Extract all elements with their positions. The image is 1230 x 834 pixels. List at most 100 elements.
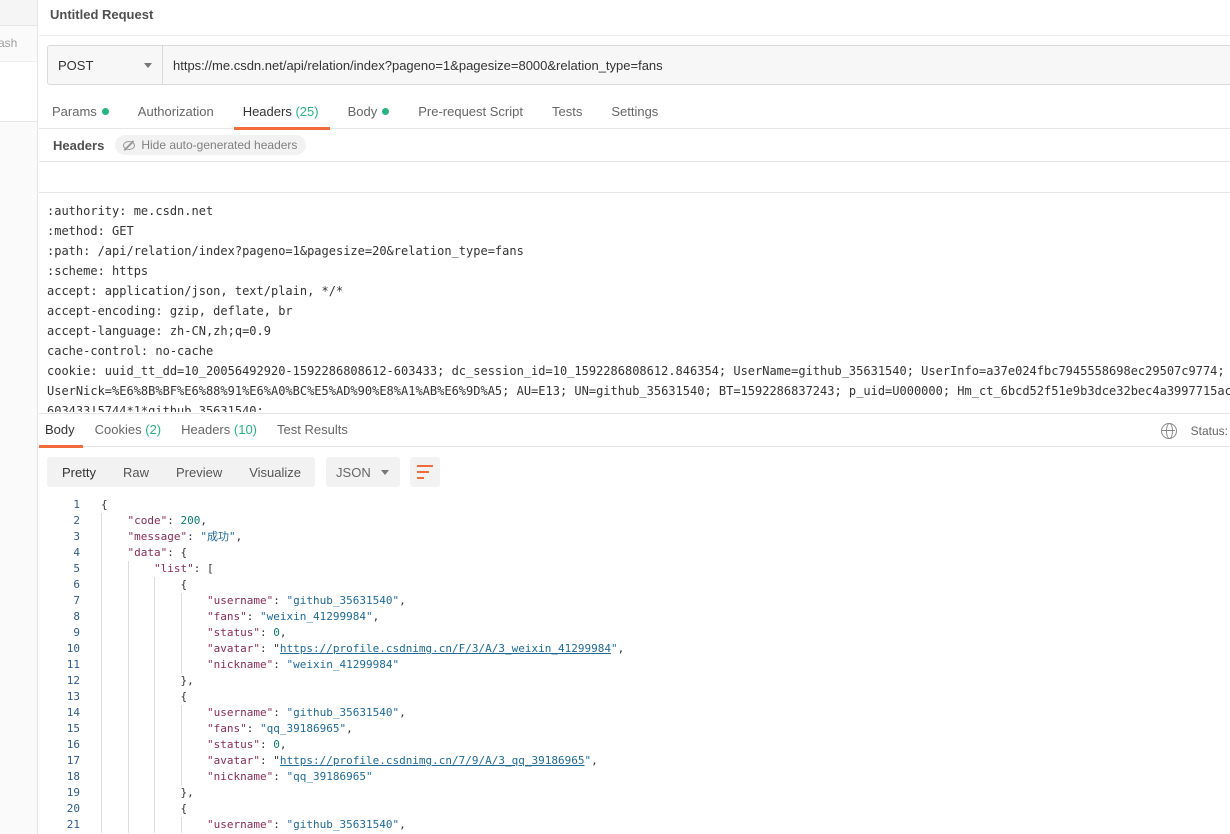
method-select[interactable]: POST (48, 46, 163, 84)
response-body-viewer[interactable]: 1{2 "code": 200, 3 "message": "成功", 4 "data":… (39, 497, 1230, 834)
headers-bulk-editor[interactable]: :authority: me.csdn.net:method: GET:path… (47, 200, 1230, 412)
code-line: 12}, (39, 673, 1230, 689)
sidebar-item-truncated[interactable]: ash (0, 26, 37, 62)
indent-guide (101, 721, 102, 737)
json-token: : (167, 514, 181, 527)
url-link[interactable]: https://profile.csdnimg.cn/F/3/A/3_weixi… (280, 642, 611, 655)
request-title[interactable]: Untitled Request (50, 7, 153, 22)
line-number: 11 (66, 658, 80, 671)
tab-headers[interactable]: Headers (25) (233, 96, 330, 130)
line-number: 10 (66, 642, 80, 655)
code-line: 5 "list": [ (39, 561, 1230, 577)
json-token: "code" (127, 514, 168, 527)
indent-guide (127, 593, 129, 609)
chevron-down-icon (381, 470, 390, 475)
view-mode-pretty[interactable]: Pretty (62, 465, 96, 480)
indent-guide (101, 593, 102, 609)
code-line: 20 { (39, 801, 1230, 817)
request-tabs: Params Authorization Headers (25) Body Pre-r… (39, 96, 1230, 130)
url-link[interactable]: https://profile.csdnimg.cn/7/9/A/3_qq_39… (280, 754, 585, 767)
tab-authorization[interactable]: Authorization (138, 96, 214, 129)
json-token: , (200, 514, 207, 527)
indent-guide (180, 753, 182, 769)
headers-toolbar: Headers Hide auto-generated headers (39, 129, 1230, 162)
indent-guide (101, 657, 102, 673)
indent-guide (101, 673, 102, 689)
view-mode-visualize[interactable]: Visualize (249, 465, 301, 480)
response-tab-body[interactable]: Body (39, 414, 83, 448)
indent-guide (154, 673, 155, 689)
indent-guide (127, 769, 129, 785)
line-number: 1 (73, 498, 80, 511)
wrap-lines-button[interactable] (410, 457, 441, 487)
response-tab-cookies[interactable]: Cookies (2) (95, 414, 161, 447)
eye-off-icon (123, 140, 136, 150)
tab-label: Body (45, 422, 75, 437)
indent-guide (154, 625, 155, 641)
code-line: 13 { (39, 689, 1230, 705)
json-token: , (279, 738, 287, 751)
json-token: "avatar" (207, 754, 260, 767)
code-text: "message": "成功", (128, 529, 243, 545)
code-text: "code": 200, (128, 513, 208, 529)
indent-guide (127, 657, 129, 673)
tab-label: Authorization (137, 104, 214, 119)
indent-guide (101, 513, 102, 529)
method-label: POST (58, 57, 94, 73)
indent-guide (127, 801, 129, 817)
code-line: 9 "status": 0, (39, 625, 1230, 641)
header-line: UserNick=%E6%8B%BF%E6%88%91%E6%A0%BC%E5%… (47, 384, 1230, 398)
json-token: "message" (127, 530, 188, 543)
indent-guide (180, 657, 182, 673)
header-line: :scheme: https (47, 264, 149, 278)
sidebar-header (0, 0, 37, 26)
tab-params[interactable]: Params (52, 96, 109, 129)
line-number: 15 (66, 722, 80, 735)
header-line: accept-encoding: gzip, deflate, br (47, 304, 293, 318)
url-input[interactable] (163, 46, 1230, 84)
view-mode-preview[interactable]: Preview (176, 465, 222, 480)
tab-settings[interactable]: Settings (611, 96, 658, 129)
line-number: 7 (73, 594, 80, 607)
line-number: 6 (73, 578, 80, 591)
json-token: "username" (207, 594, 274, 607)
json-token: "avatar" (207, 642, 260, 655)
code-line: 6{ (39, 577, 1230, 593)
line-number: 17 (66, 754, 80, 767)
request-title-bar: Untitled Request (39, 0, 1230, 36)
tab-label: Headers (181, 422, 231, 437)
json-token: "github_35631540" (286, 594, 400, 607)
code-line: 8 "fans": "weixin_41299984", (39, 609, 1230, 625)
json-token: : (259, 738, 274, 751)
code-text: "data": { (128, 545, 188, 561)
indent-guide (101, 641, 102, 657)
code-line: 14 "username": "github_35631540", (39, 705, 1230, 721)
format-select[interactable]: JSON (326, 457, 401, 487)
code-line: 16 "status": 0, (39, 737, 1230, 753)
json-token: "status" (207, 738, 260, 751)
hide-auto-headers-label: Hide auto-generated headers (141, 138, 298, 152)
view-mode-raw[interactable]: Raw (123, 465, 149, 480)
response-tab-test-results[interactable]: Test Results (277, 414, 348, 447)
tab-tests[interactable]: Tests (552, 96, 582, 129)
code-text: { (101, 497, 108, 513)
chevron-down-icon (144, 63, 152, 68)
json-token: "fans" (207, 610, 247, 623)
code-line: 15 "fans": "qq_39186965", (39, 721, 1230, 737)
header-line: :authority: me.csdn.net (47, 204, 214, 218)
json-token: "成功" (200, 530, 236, 543)
code-text: { (181, 577, 188, 593)
indent-guide (154, 641, 155, 657)
code-text: "fans": "weixin_41299984", (207, 609, 379, 625)
indent-guide (101, 609, 102, 625)
hide-auto-headers-button[interactable]: Hide auto-generated headers (115, 135, 307, 155)
globe-icon[interactable] (1160, 422, 1177, 439)
indent-guide (101, 737, 102, 753)
code-text: "nickname": "qq_39186965" (207, 769, 373, 785)
tab-body[interactable]: Body (348, 96, 390, 129)
indent-guide (127, 737, 129, 753)
json-token: , (591, 754, 598, 767)
tab-pre-request-script[interactable]: Pre-request Script (418, 96, 523, 129)
indent-guide (180, 737, 182, 753)
response-tab-headers[interactable]: Headers (10) (181, 414, 257, 447)
